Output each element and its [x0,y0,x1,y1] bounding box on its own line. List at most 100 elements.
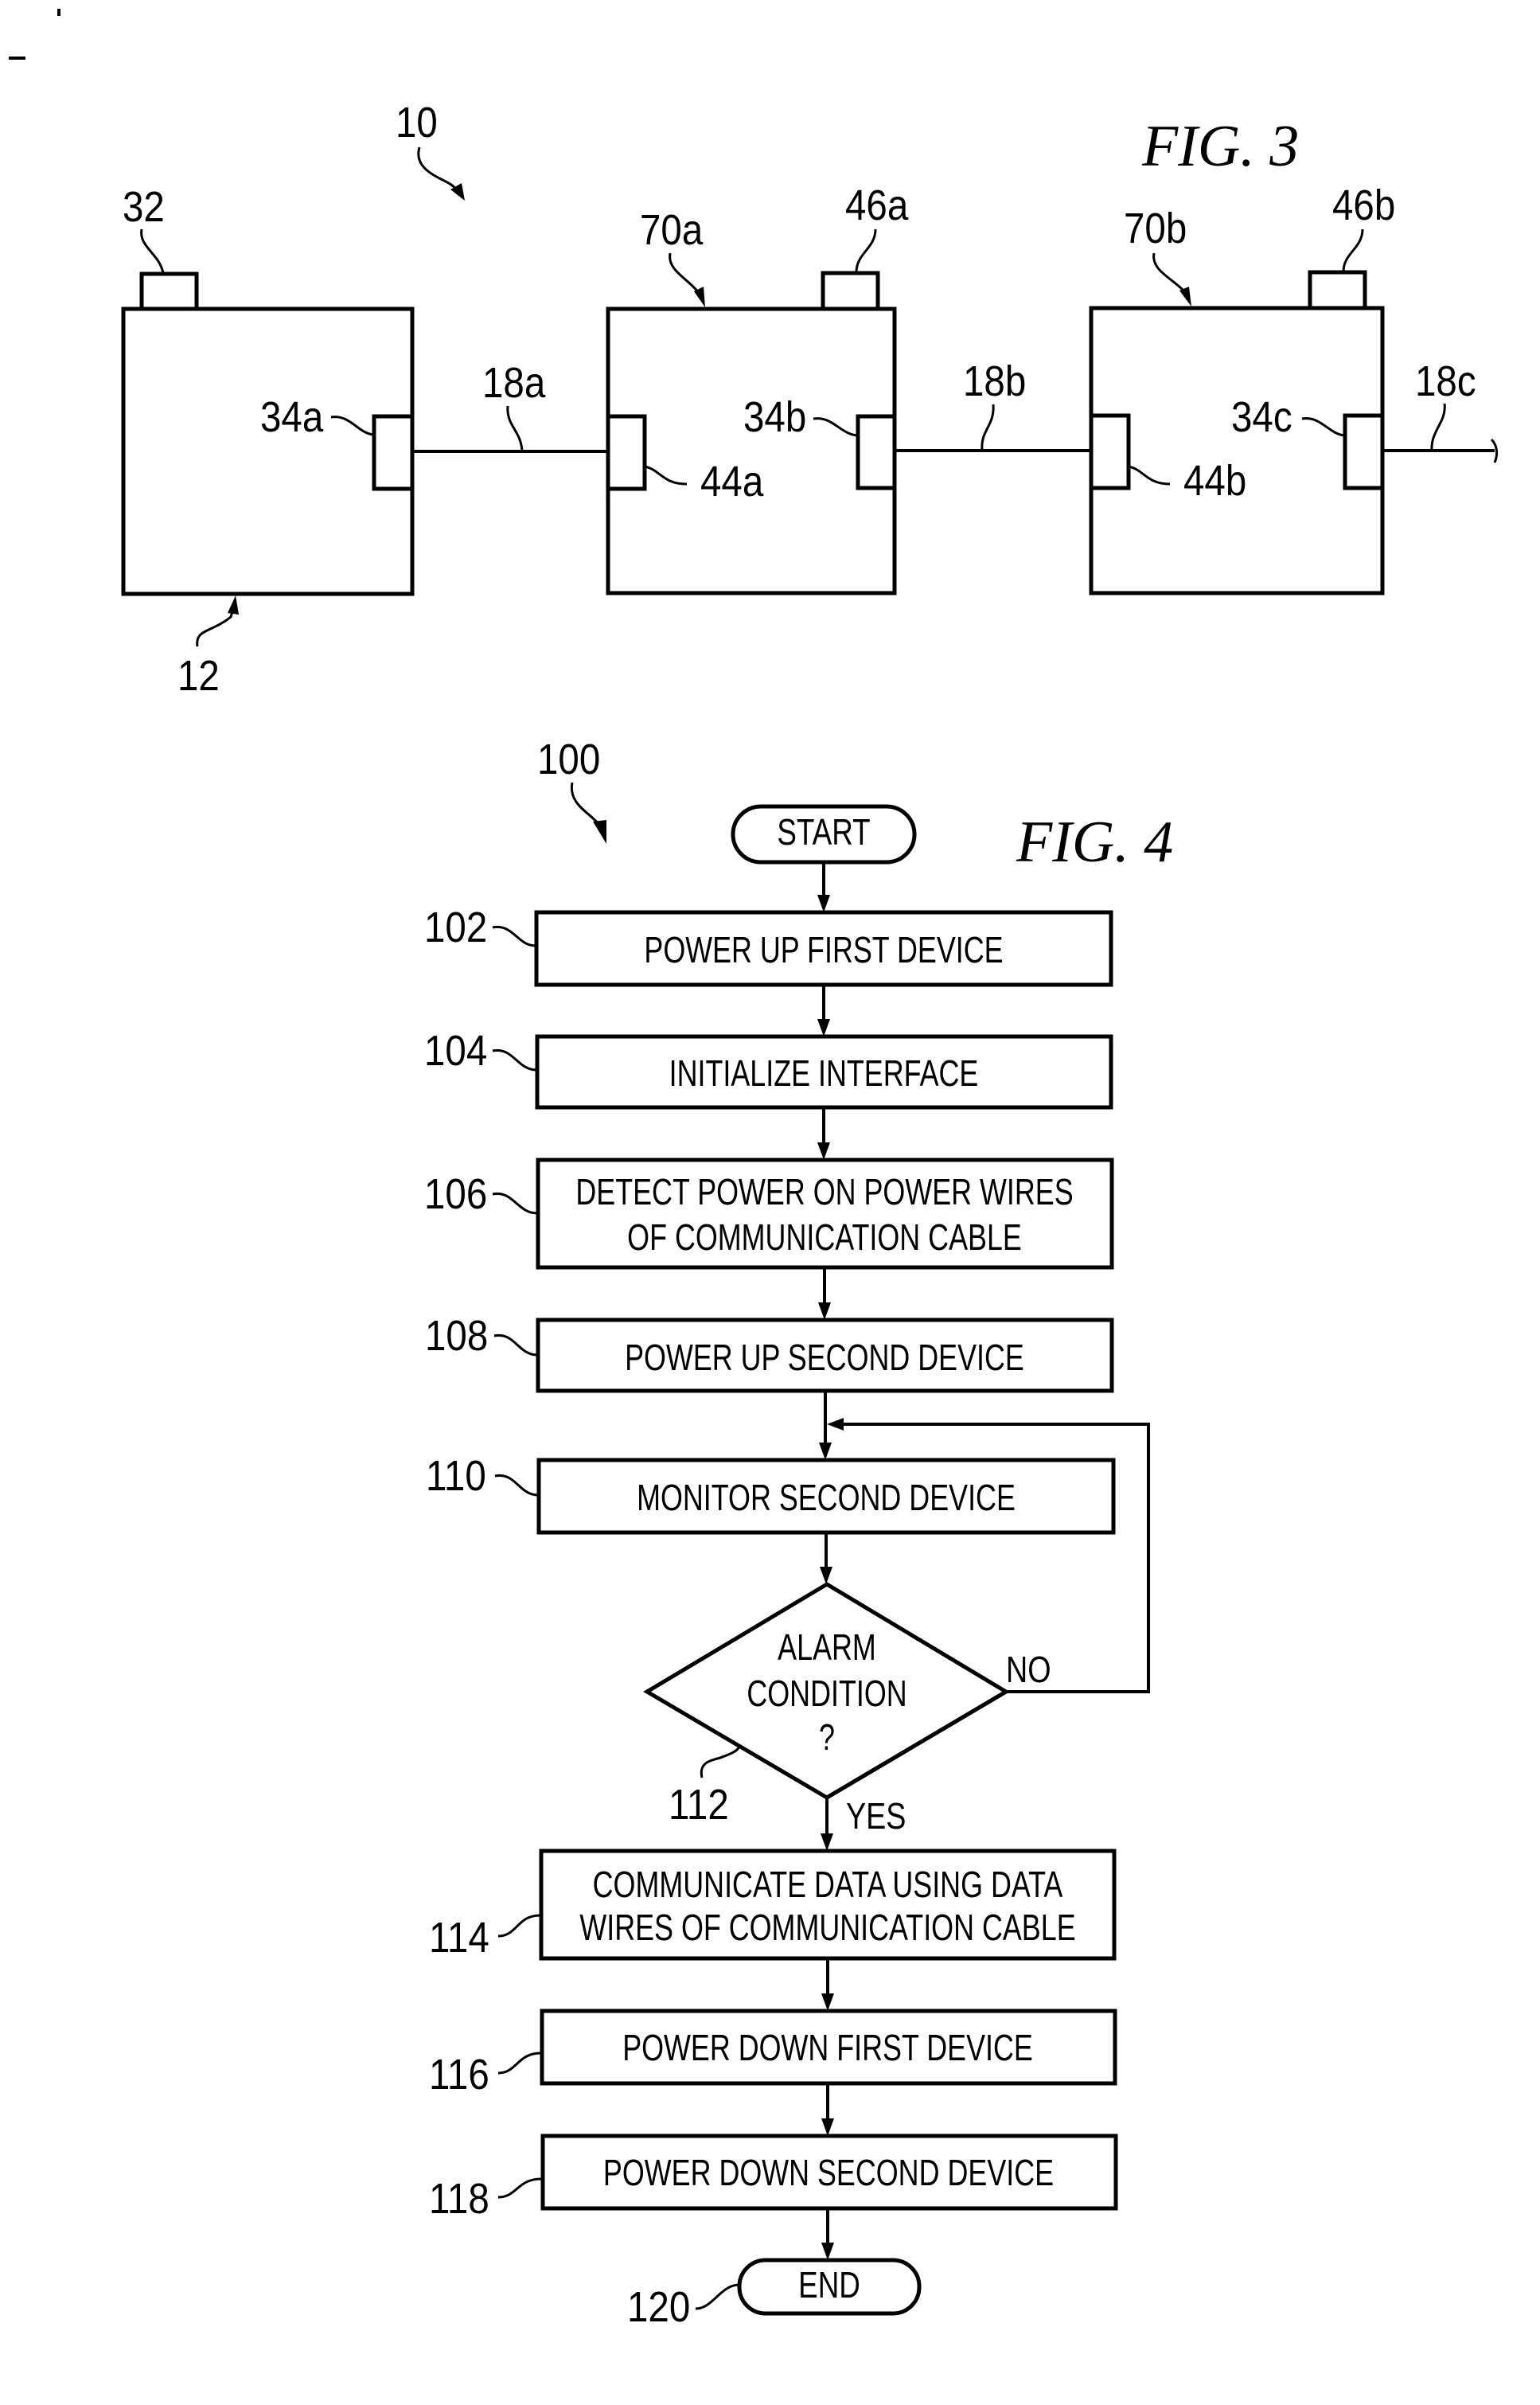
first-device-arrowhead-icon [228,595,239,615]
step-102: POWER UP FIRST DEVICE 102 [424,903,1113,987]
step-text: POWER UP SECOND DEVICE [625,1337,1024,1378]
decision-112: ALARM CONDITION ? NO YES 112 [643,1582,1051,1837]
cable-18b-label: 18b [963,357,1026,405]
tab-46a-leader [855,228,877,273]
port-44b-label: 44b [1183,456,1246,505]
figure-4: FIG. 4 100 START POWER UP FIRST DEVICE 1… [424,735,1173,2331]
step-116: POWER DOWN FIRST DEVICE 116 [429,2009,1117,2099]
step-ref-leader [492,925,536,947]
patent-drawing-sheet: FIG. 3 10 32 34a 12 18a 70a 46a 44a 34b [9,9,1499,2331]
second-device-a-port-44a [606,414,647,491]
step-text-line-2: OF COMMUNICATION CABLE [627,1217,1022,1258]
step-ref-label: 110 [426,1451,486,1500]
cable-18c-leader [1430,403,1446,451]
step-ref-label: 114 [429,1913,489,1962]
first-device-tab-32 [139,271,199,311]
decision-ref-leader [700,1745,741,1778]
port-34b-label: 34b [743,392,806,441]
method-ref-label: 100 [537,735,600,783]
step-ref-label: 108 [425,1311,488,1360]
arrowhead-icon [821,1993,834,2011]
second-device-b-port-44b [1089,413,1131,490]
cable-18a-leader [506,405,524,451]
figure-3-title: FIG. 3 [1141,114,1299,179]
second-device-a-port-34b [856,414,897,490]
step-104: INITIALIZE INTERFACE 104 [424,1026,1113,1110]
port-34a-label: 34a [260,392,324,441]
step-text: POWER DOWN SECOND DEVICE [603,2153,1054,2193]
method-ref-arrowhead-icon [593,820,606,844]
first-device-box [121,306,415,596]
decision-no-label: NO [1006,1649,1051,1689]
cable-18a-label: 18a [482,358,546,407]
decision-text-line-3: ? [819,1717,835,1758]
cable-18c-label: 18c [1415,357,1476,405]
step-ref-leader [493,1334,538,1357]
arrowhead-icon [817,1019,830,1037]
second-device-b-tab-46b [1308,270,1367,310]
step-ref-label: 118 [429,2174,489,2223]
step-ref-leader [497,2052,543,2075]
step-ref-leader [497,1914,542,1938]
step-text-line-2: WIRES OF COMMUNICATION CABLE [579,1907,1075,1948]
step-ref-leader [494,1474,539,1497]
step-ref-label: 104 [424,1026,487,1075]
end-120: END 120 [627,2258,922,2331]
arrowhead-icon [817,895,830,912]
arrowhead-icon [821,2243,834,2260]
arrowhead-icon [821,1833,833,1851]
step-ref-label: 106 [424,1169,487,1218]
step-ref-label: 116 [429,2050,489,2099]
step-text: MONITOR SECOND DEVICE [637,1478,1016,1518]
step-ref-leader [497,2177,544,2199]
step-108: POWER UP SECOND DEVICE 108 [425,1311,1114,1393]
second-device-a-ref-label: 70a [640,205,704,254]
arrowhead-icon [817,1142,830,1160]
step-ref-label: 102 [424,903,487,951]
first-device-ref-label: 12 [177,651,220,700]
step-110: MONITOR SECOND DEVICE 110 [426,1451,1116,1535]
end-ref-label: 120 [627,2282,690,2331]
port-44a-label: 44a [700,457,764,506]
second-device-b-box [1089,306,1385,595]
figure-4-title: FIG. 4 [1016,810,1173,875]
port-34c-label: 34c [1231,392,1292,441]
step-text: POWER DOWN FIRST DEVICE [622,2028,1033,2068]
decision-yes-label: YES [846,1795,906,1836]
tab-46b-label: 46b [1332,181,1395,229]
step-text-line-1: DETECT POWER ON POWER WIRES [575,1172,1073,1212]
second-device-a-tab-46a [821,271,880,311]
decision-ref-label: 112 [669,1780,729,1829]
first-device-port-34a [372,414,415,491]
step-114: COMMUNICATE DATA USING DATA WIRES OF COM… [429,1849,1117,1962]
arrowhead-icon [821,2118,834,2136]
decision-text-line-1: ALARM [778,1627,876,1668]
tab-46b-leader [1342,228,1364,272]
system-ref-label: 10 [396,98,438,146]
step-106: DETECT POWER ON POWER WIRES OF COMMUNICA… [424,1158,1114,1270]
second-device-b-port-34c [1343,413,1385,490]
step-text: INITIALIZE INTERFACE [669,1053,979,1094]
step-ref-leader [492,1193,538,1215]
tab-32-leader [140,228,165,274]
arrowhead-icon [818,1302,831,1320]
end-ref-leader [695,2283,740,2310]
start-label: START [777,811,870,853]
loop-arrowhead-icon [827,1418,844,1431]
second-device-a-leader [669,252,700,294]
end-label: END [798,2264,860,2305]
step-text-line-1: COMMUNICATE DATA USING DATA [593,1864,1063,1905]
second-device-b-ref-label: 70b [1124,204,1187,252]
second-device-a-box [606,306,897,595]
tab-46a-label: 46a [845,181,909,229]
arrowhead-icon [820,1567,832,1584]
cable-18b-leader [981,404,995,451]
arrowhead-icon [819,1443,832,1460]
second-device-b-leader [1152,252,1186,293]
tab-32-label: 32 [123,182,165,231]
system-ref-leader [417,146,462,195]
decision-text-line-2: CONDITION [747,1673,906,1714]
step-ref-leader [492,1049,537,1072]
figure-3: FIG. 3 10 32 34a 12 18a 70a 46a 44a 34b [121,98,1499,700]
step-text: POWER UP FIRST DEVICE [644,930,1003,970]
